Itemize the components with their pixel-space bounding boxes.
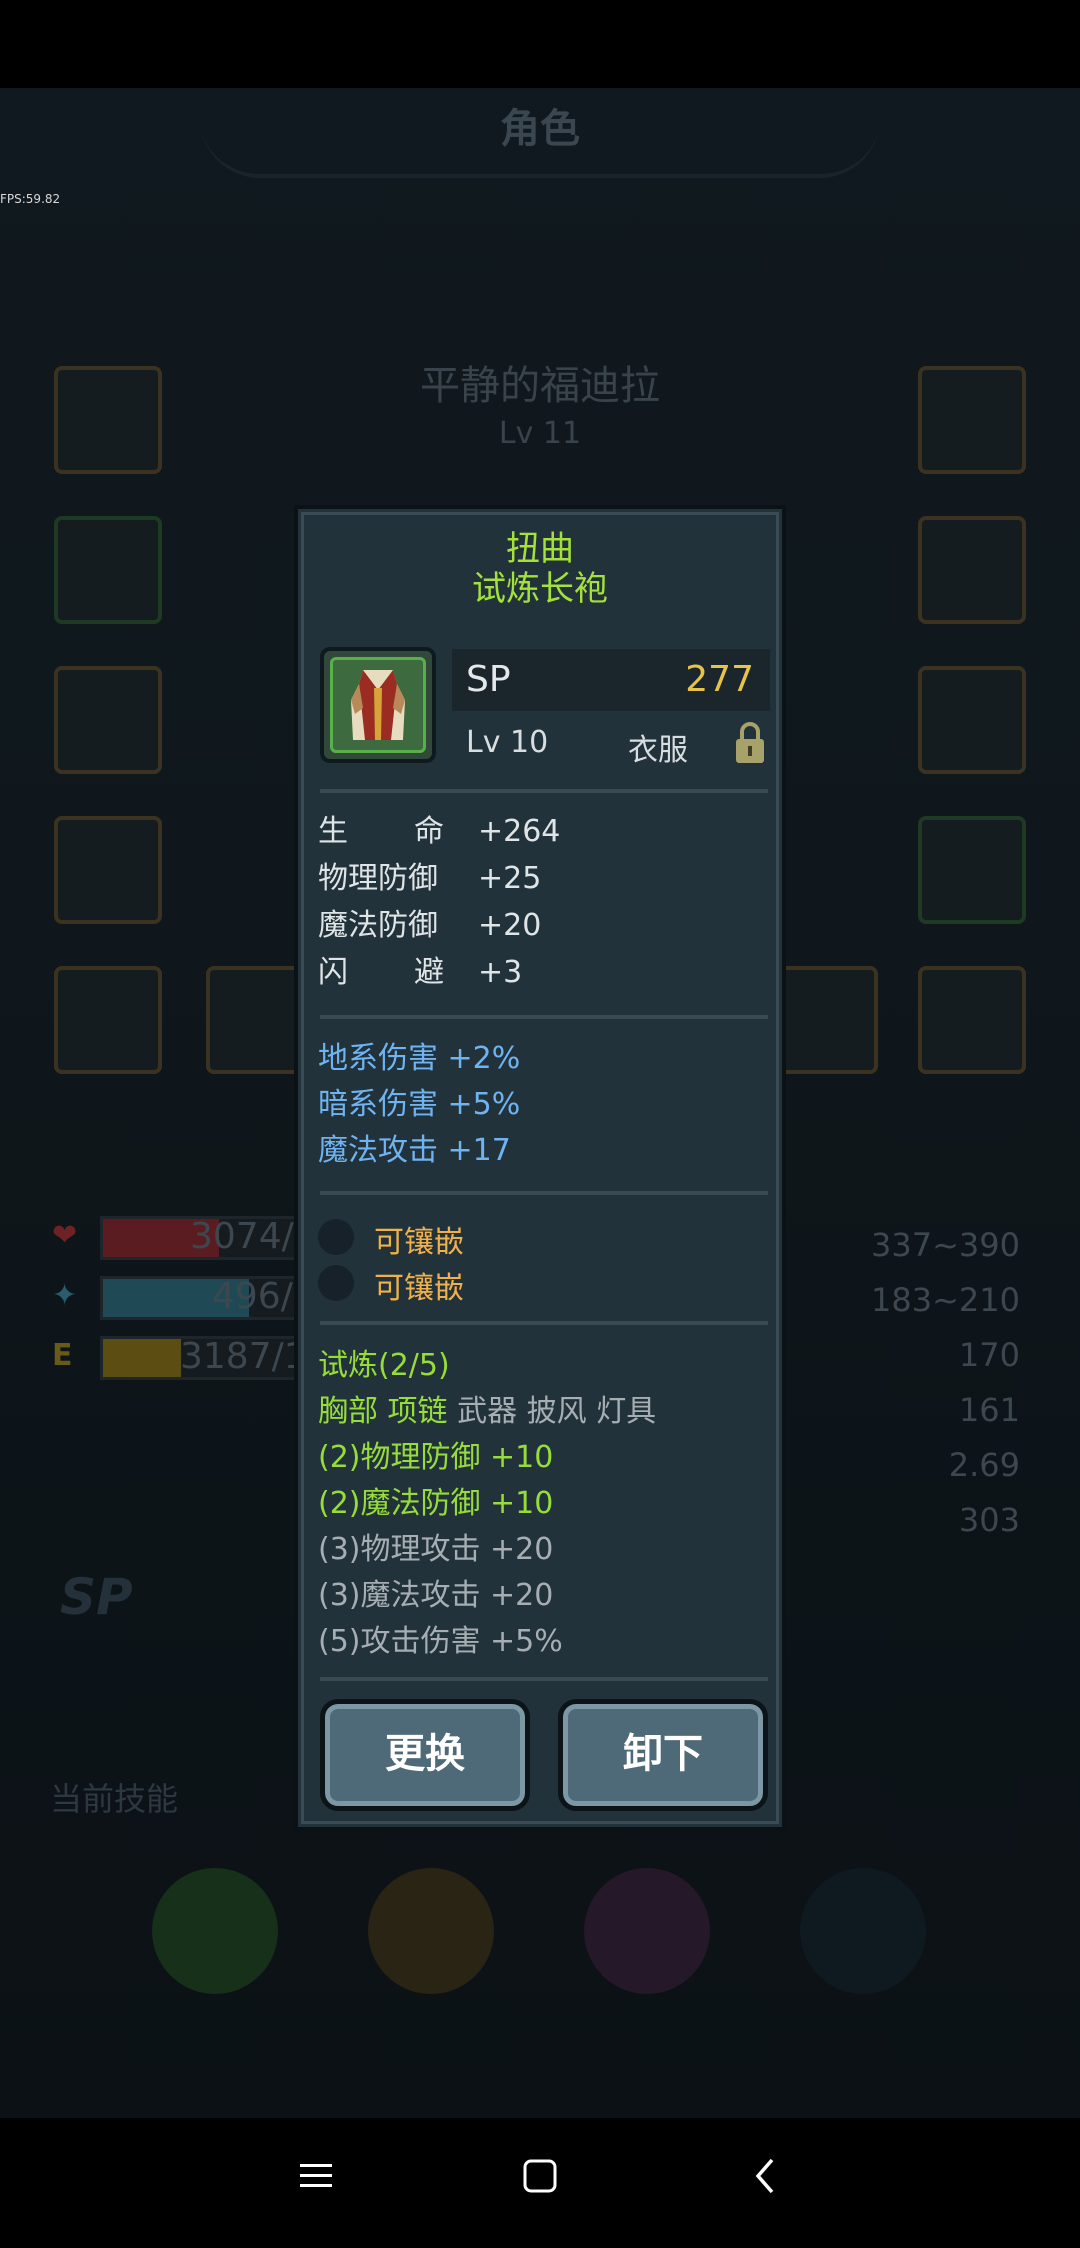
attr-value: +25: [478, 861, 542, 896]
hp-text: 3074/: [190, 1216, 294, 1257]
attr-row: 物理防御 +25: [318, 856, 541, 902]
sp-label: SP: [60, 1568, 133, 1626]
set-bonus: (3)物理攻击 +20: [318, 1532, 554, 1567]
skill-icon[interactable]: [152, 1868, 278, 1994]
attr-row: 魔法防御 +20: [318, 903, 541, 949]
attr-value: +3: [478, 955, 523, 990]
equip-slot-necklace[interactable]: [918, 816, 1026, 924]
current-skills-label: 当前技能: [50, 1780, 179, 1818]
set-pieces: 胸部 项链 武器 披风 灯具: [318, 1389, 656, 1435]
bonus-attr: 暗系伤害 +5%: [318, 1087, 521, 1122]
skill-icon[interactable]: [584, 1868, 710, 1994]
attr-value: +264: [478, 814, 561, 849]
equip-slot-lamp[interactable]: [918, 966, 1026, 1074]
exp-text: 3187/1: [180, 1336, 307, 1377]
attr-name: 闪避: [318, 955, 444, 990]
sp-panel: SP 277: [452, 649, 770, 711]
system-nav-bar: [0, 2118, 1080, 2248]
equip-slot-chest[interactable]: [54, 516, 162, 624]
socket-label: 可镶嵌: [374, 1271, 464, 1306]
stat-value: 337~390: [871, 1226, 1020, 1264]
empty-socket-icon: [318, 1265, 354, 1301]
item-level: Lv 10: [466, 725, 549, 760]
attr-name: 魔法防御: [318, 908, 438, 943]
attr-row: 生命 +264: [318, 809, 560, 855]
home-square-icon[interactable]: [510, 2146, 570, 2206]
sp-label: SP: [466, 659, 511, 700]
empty-socket-icon: [318, 1219, 354, 1255]
item-name: 试炼长袍: [472, 569, 608, 609]
item-detail-popup: 扭曲 试炼长袍 SP 277 Lv 10 衣服 生命 +264 物理防御 +25: [294, 505, 786, 1831]
set-piece: 胸部: [318, 1394, 378, 1429]
item-title: 扭曲 试炼长袍: [298, 529, 782, 609]
unequip-button[interactable]: 卸下: [558, 1699, 768, 1811]
equip-slot-legs[interactable]: [54, 666, 162, 774]
set-bonus: (2)魔法防御 +10: [318, 1486, 554, 1521]
menu-icon[interactable]: [286, 2146, 346, 2206]
bonus-attr: 地系伤害 +2%: [318, 1041, 521, 1076]
equip-slot-ring-1[interactable]: [918, 516, 1026, 624]
robe-icon: [330, 657, 426, 753]
equip-slot-cape[interactable]: [54, 966, 162, 1074]
item-prefix: 扭曲: [506, 529, 574, 569]
divider: [320, 1321, 768, 1325]
equip-slot-ring-2[interactable]: [918, 666, 1026, 774]
attr-name: 生命: [318, 814, 444, 849]
lock-icon[interactable]: [734, 721, 766, 765]
sp-value: 277: [685, 659, 754, 700]
stat-value: 303: [958, 1501, 1020, 1539]
divider: [320, 1677, 768, 1681]
attr-value: +20: [478, 908, 542, 943]
set-bonus: (3)魔法攻击 +20: [318, 1578, 554, 1613]
back-chevron-icon[interactable]: [736, 2146, 796, 2206]
set-bonus: (2)物理防御 +10: [318, 1440, 554, 1475]
item-icon-frame: [320, 647, 436, 763]
set-piece: 项链: [387, 1394, 448, 1429]
exp-icon: E: [52, 1338, 73, 1373]
divider: [320, 789, 768, 793]
attr-name: 物理防御: [318, 861, 438, 896]
mp-text: 496/: [212, 1276, 293, 1317]
set-piece: 灯具: [596, 1394, 657, 1429]
stat-value: 183~210: [871, 1281, 1020, 1319]
item-slot-type: 衣服: [628, 733, 688, 768]
replace-button[interactable]: 更换: [320, 1699, 530, 1811]
screen-title: 角色: [500, 106, 580, 152]
mana-icon: ✦: [52, 1278, 78, 1313]
attr-row: 闪避 +3: [318, 950, 522, 996]
socket-label: 可镶嵌: [374, 1225, 464, 1260]
stat-value: 170: [958, 1336, 1020, 1374]
set-bonus: (5)攻击伤害 +5%: [318, 1624, 563, 1659]
equip-slot-head[interactable]: [54, 366, 162, 474]
set-piece: 武器: [457, 1394, 518, 1429]
set-piece: 披风: [526, 1394, 587, 1429]
divider: [320, 1191, 768, 1195]
equip-slot-badge[interactable]: [770, 966, 878, 1074]
stat-value: 2.69: [948, 1446, 1020, 1484]
equip-slot-offhand[interactable]: [918, 366, 1026, 474]
fps-counter: FPS:59.82: [0, 192, 61, 206]
divider: [320, 1015, 768, 1019]
set-title: 试炼(2/5): [318, 1348, 450, 1383]
heart-icon: ❤: [52, 1218, 78, 1253]
skill-icon[interactable]: [800, 1868, 926, 1994]
stat-value: 161: [958, 1391, 1020, 1429]
equip-slot-arm[interactable]: [54, 816, 162, 924]
skill-icon[interactable]: [368, 1868, 494, 1994]
bonus-attr: 魔法攻击 +17: [318, 1133, 511, 1168]
